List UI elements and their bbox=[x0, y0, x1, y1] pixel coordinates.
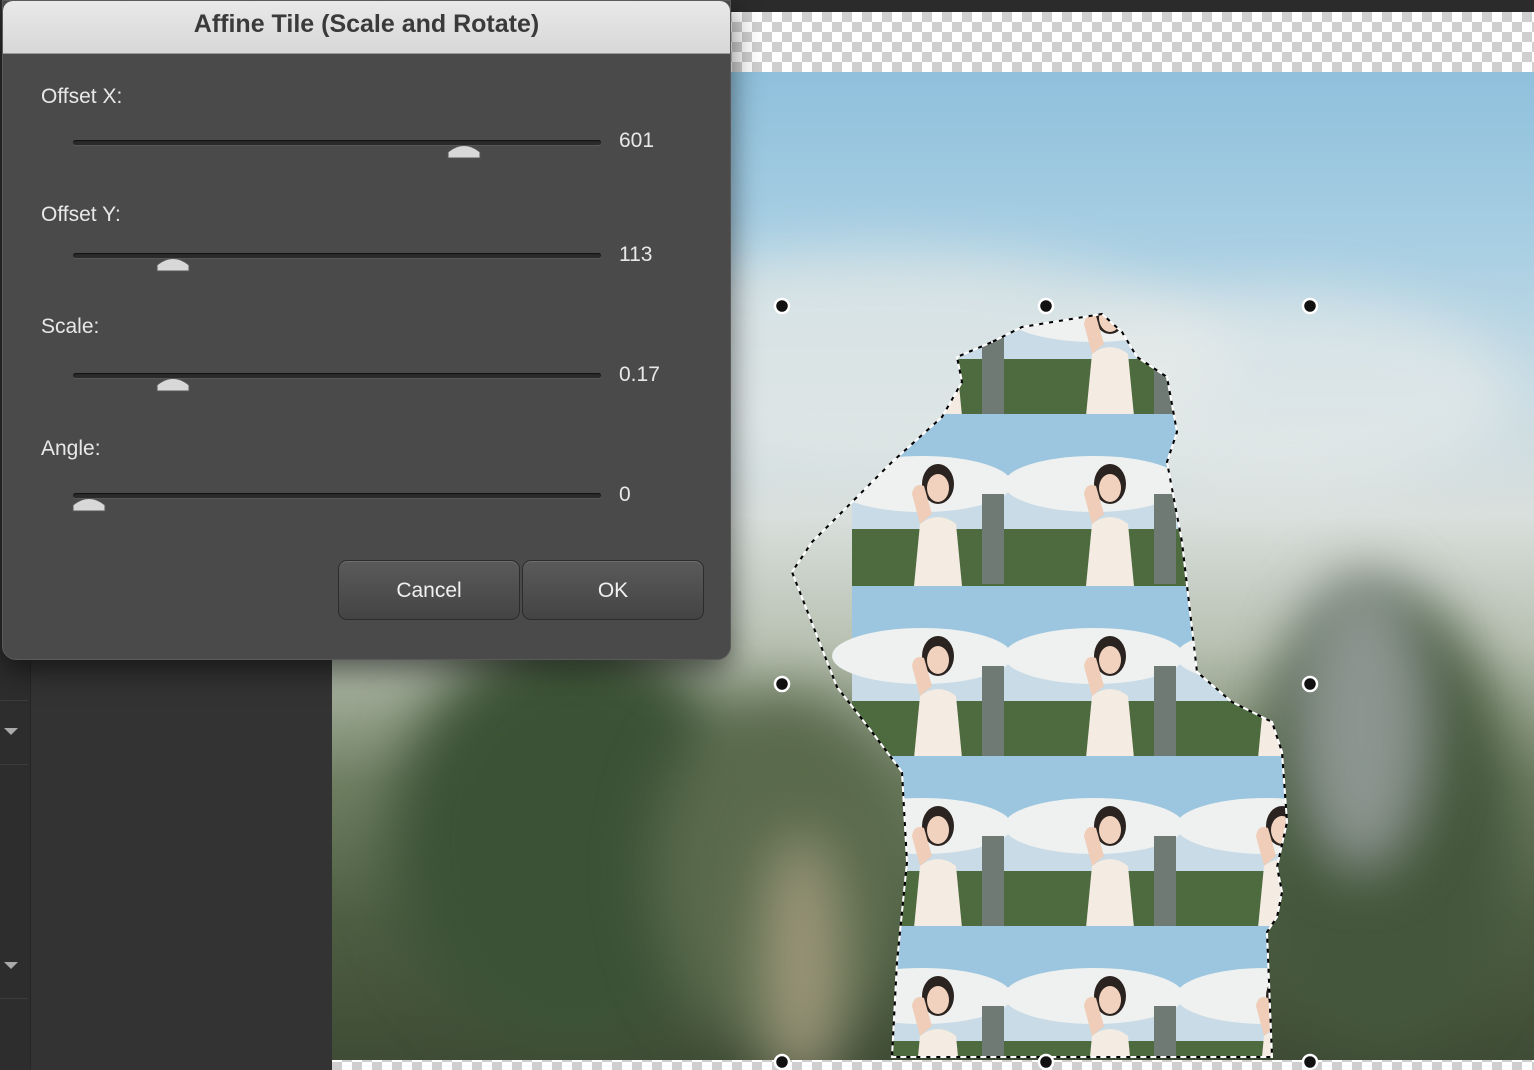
slider-thumb-icon[interactable] bbox=[447, 141, 481, 159]
transform-handle-icon[interactable] bbox=[773, 675, 791, 693]
affine-tile-dialog: Affine Tile (Scale and Rotate) Offset X:… bbox=[2, 0, 731, 660]
disclosure-arrow-icon[interactable] bbox=[4, 728, 18, 735]
scale-slider[interactable] bbox=[73, 373, 601, 378]
cancel-button[interactable]: Cancel bbox=[338, 560, 520, 620]
slider-thumb-icon[interactable] bbox=[156, 254, 190, 272]
slider-thumb-icon[interactable] bbox=[156, 374, 190, 392]
angle-value: 0 bbox=[619, 483, 631, 506]
angle-label: Angle: bbox=[41, 437, 101, 460]
offset-y-label: Offset Y: bbox=[41, 203, 121, 226]
slider-thumb-icon[interactable] bbox=[72, 494, 106, 512]
transform-handle-icon[interactable] bbox=[773, 1053, 791, 1070]
strip-divider bbox=[0, 700, 28, 701]
transform-handle-icon[interactable] bbox=[1301, 675, 1319, 693]
disclosure-arrow-icon[interactable] bbox=[4, 962, 18, 969]
transform-handle-icon[interactable] bbox=[1301, 1053, 1319, 1070]
strip-divider bbox=[0, 998, 28, 999]
angle-slider[interactable] bbox=[73, 493, 601, 498]
offset-y-value: 113 bbox=[619, 243, 653, 266]
offset-x-slider[interactable] bbox=[73, 140, 601, 145]
dialog-title[interactable]: Affine Tile (Scale and Rotate) bbox=[3, 1, 730, 54]
offset-y-slider[interactable] bbox=[73, 253, 601, 258]
transform-handle-icon[interactable] bbox=[773, 297, 791, 315]
transform-handle-icon[interactable] bbox=[1037, 1053, 1055, 1070]
scale-label: Scale: bbox=[41, 315, 100, 338]
ok-button[interactable]: OK bbox=[522, 560, 704, 620]
transform-handle-icon[interactable] bbox=[1037, 297, 1055, 315]
transform-handle-icon[interactable] bbox=[1301, 297, 1319, 315]
offset-x-value: 601 bbox=[619, 129, 655, 152]
scale-value: 0.17 bbox=[619, 363, 660, 386]
strip-divider bbox=[0, 764, 28, 765]
offset-x-label: Offset X: bbox=[41, 85, 123, 108]
